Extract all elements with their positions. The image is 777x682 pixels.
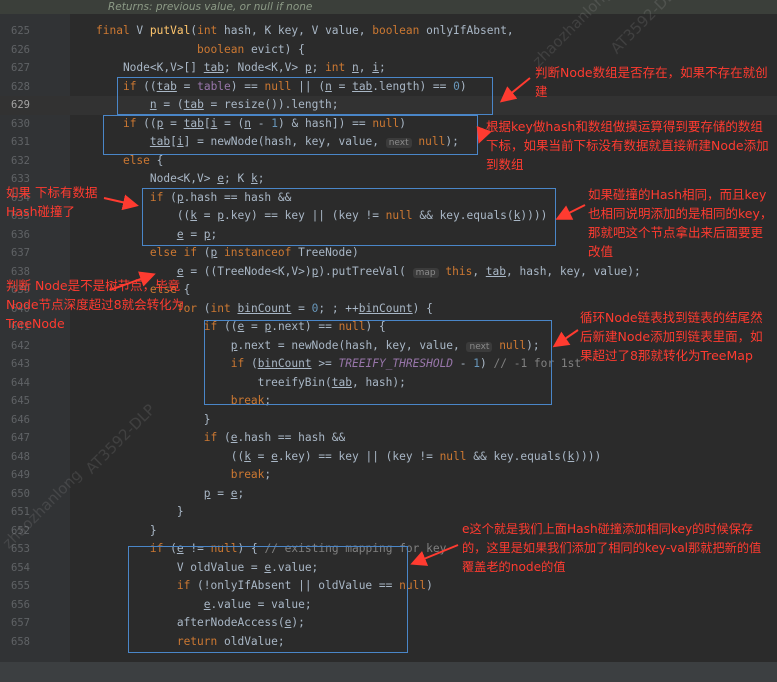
arrow-index-check <box>476 125 492 144</box>
arrow-existing-mapping <box>410 544 459 566</box>
arrow-tree-node <box>109 271 156 291</box>
annotation-arrows <box>103 77 586 566</box>
arrow-linked-list <box>552 329 579 348</box>
arrow-hash-collision <box>103 194 139 211</box>
code-editor[interactable]: Returns: previous value, or null if none… <box>0 0 777 682</box>
arrow-array-init <box>499 77 531 103</box>
arrow-same-key <box>555 204 586 220</box>
